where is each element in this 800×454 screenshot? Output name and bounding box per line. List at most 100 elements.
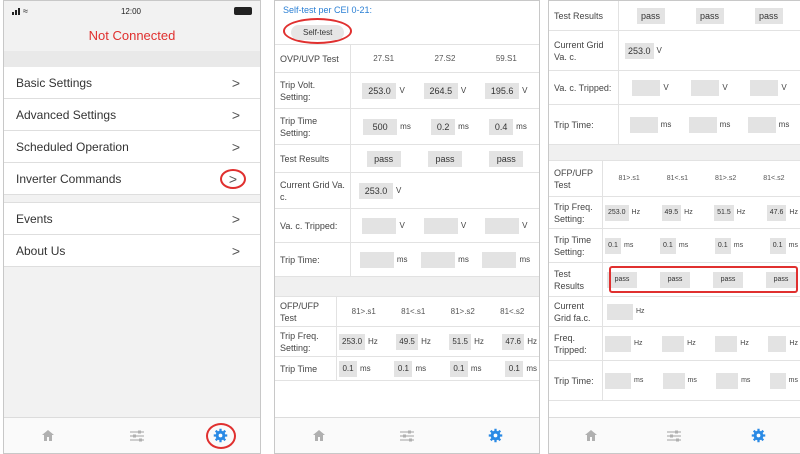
menu-item-label: Basic Settings [16, 75, 93, 90]
home-tab[interactable] [28, 422, 68, 450]
settings-tab[interactable] [205, 422, 236, 449]
trip-freq-input[interactable]: 253.0 [339, 333, 366, 350]
tab-bar [549, 417, 800, 453]
trip-freq-input[interactable]: 49.5 [661, 204, 682, 221]
trip-time-value [605, 372, 631, 389]
tab-bar [4, 417, 260, 453]
menu-item-label: Inverter Commands [16, 171, 122, 186]
result-badge: pass [366, 150, 401, 167]
connection-status: Not Connected [88, 28, 176, 43]
column-header: 59.S1 [495, 54, 517, 63]
trip-freq-input[interactable]: 47.6 [766, 204, 787, 221]
settings-tab[interactable] [475, 422, 515, 450]
chevron-right-icon: > [231, 210, 241, 227]
tripped-row: Va. c. Tripped: V V V [275, 209, 539, 243]
gear-icon [751, 428, 765, 443]
trip-time-input[interactable]: 0.1 [714, 237, 731, 254]
trip-time-input[interactable]: 0.1 [394, 360, 413, 377]
ofp-trip-time-row: Trip Time 0.1 ms 0.1 ms 0.1 ms 0.1 ms [275, 357, 539, 381]
tripped-freq-value [768, 335, 787, 352]
unit-label: ms [741, 377, 751, 384]
menu-item-label: Advanced Settings [16, 107, 117, 122]
row-label: Test Results [549, 1, 619, 30]
home-icon [584, 430, 597, 441]
unit-label: Hz [789, 340, 798, 347]
menu-item-advanced-settings[interactable]: Advanced Settings > [4, 99, 260, 131]
controls-tab[interactable] [387, 422, 427, 450]
trip-time-value [716, 372, 739, 389]
trip-time-input[interactable]: 0.1 [505, 360, 524, 377]
current-grid-row: Current Grid Va. c. 253.0 V [275, 173, 539, 209]
trip-time-row: Trip Time: ms ms ms [275, 243, 539, 277]
row-label: Trip Time Setting: [275, 109, 351, 144]
main-menu-screen: ≈ 12:00 Not Connected Basic Settings > A… [3, 0, 261, 454]
home-tab[interactable] [571, 422, 611, 450]
section-title: Self-test per CEI 0-21: [283, 5, 373, 15]
unit-label: ms [526, 364, 537, 373]
row-label: Trip Time: [275, 243, 351, 276]
row-label: Freq. Tripped: [549, 327, 603, 360]
unit-label: Hz [740, 340, 749, 347]
menu-item-inverter-commands[interactable]: Inverter Commands > [4, 163, 260, 195]
column-header: 81>.s2 [715, 175, 737, 182]
trip-time-input[interactable]: 0.2 [431, 118, 456, 135]
unit-label: ms [415, 364, 427, 373]
unit-label: ms [719, 120, 731, 129]
chevron-right-icon[interactable]: > [220, 168, 246, 189]
controls-tab[interactable] [117, 422, 157, 450]
trip-freq-input[interactable]: 51.5 [449, 333, 472, 350]
trip-time-value [482, 251, 517, 268]
row-label: Trip Time [275, 357, 337, 380]
trip-volt-input[interactable]: 253.0 [362, 82, 397, 99]
chevron-right-icon: > [231, 106, 241, 123]
controls-tab[interactable] [654, 422, 694, 450]
menu-item-label: About Us [16, 243, 66, 258]
gear-icon [213, 428, 228, 443]
tripped-value [362, 217, 397, 234]
trip-freq-input[interactable]: 253.0 [605, 204, 629, 221]
trip-time-value [747, 116, 776, 133]
trip-freq-input[interactable]: 47.6 [502, 333, 525, 350]
signal-wifi-icon: ≈ [12, 6, 28, 16]
unit-label: ms [516, 122, 527, 131]
column-header: 81<.s1 [666, 175, 688, 182]
column-header: 27.S1 [373, 54, 395, 63]
row-label: Trip Time: [549, 105, 619, 144]
self-test-button[interactable]: Self-test [291, 24, 345, 40]
trip-volt-input[interactable]: 195.6 [485, 82, 520, 99]
row-label: Va. c. Tripped: [275, 209, 351, 242]
unit-label: Hz [634, 340, 643, 347]
trip-freq-input[interactable]: 49.5 [396, 333, 419, 350]
menu-separator [4, 195, 260, 203]
unit-label: ms [660, 120, 672, 129]
menu-item-scheduled-operation[interactable]: Scheduled Operation > [4, 131, 260, 163]
unit-label: ms [360, 364, 371, 373]
home-tab[interactable] [299, 422, 339, 450]
trip-time-input[interactable]: 0.1 [769, 237, 786, 254]
menu-item-basic-settings[interactable]: Basic Settings > [4, 67, 260, 99]
row-label: OFP/UFP Test [549, 161, 603, 196]
status-time: 12:00 [120, 6, 141, 16]
menu-item-events[interactable]: Events > [4, 203, 260, 235]
trip-time-input[interactable]: 0.1 [605, 237, 621, 254]
tripped-freq-value [715, 335, 738, 352]
sliders-icon [400, 430, 414, 442]
trip-volt-input[interactable]: 264.5 [423, 82, 458, 99]
column-header: 81<.s2 [500, 307, 525, 316]
home-icon [313, 430, 325, 441]
ofp-header-row: OFP/UFP Test 81>.s1 81<.s1 81>.s2 81<.s2 [275, 297, 539, 327]
tripped-value [750, 79, 779, 96]
trip-time-input[interactable]: 0.1 [659, 237, 676, 254]
settings-tab[interactable] [738, 422, 778, 450]
trip-time-input[interactable]: 0.1 [339, 360, 357, 377]
trip-freq-input[interactable]: 51.5 [714, 204, 734, 221]
trip-time-input[interactable]: 0.4 [489, 118, 514, 135]
trip-time-setting-row: Trip Time Setting: 0.1 ms 0.1 ms 0.1 ms 0.1… [549, 229, 800, 263]
row-label: Current Grid Va. c. [549, 31, 619, 70]
grid-frequency-value [607, 303, 633, 320]
trip-time-input[interactable]: 500 [363, 118, 398, 135]
tripped-value [485, 217, 520, 234]
menu-item-about-us[interactable]: About Us > [4, 235, 260, 267]
unit-label: V [722, 83, 728, 92]
trip-time-input[interactable]: 0.1 [449, 360, 468, 377]
